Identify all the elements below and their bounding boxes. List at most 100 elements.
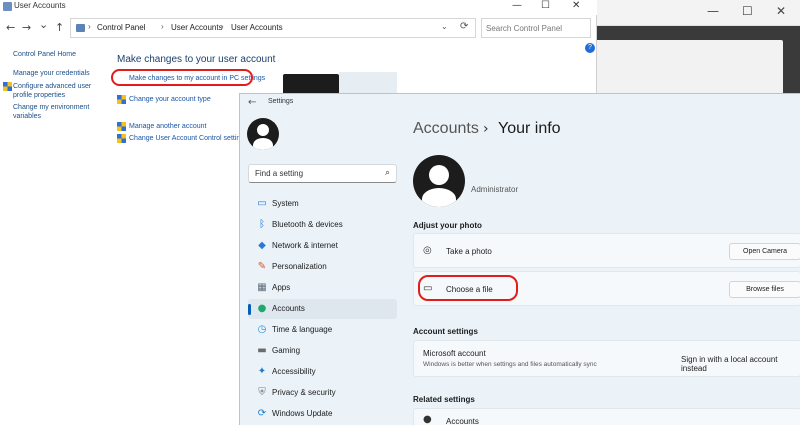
account-settings-heading: Account settings xyxy=(413,327,478,336)
microsoft-account-title: Microsoft account xyxy=(423,349,486,358)
up-button[interactable]: ↑ xyxy=(55,21,64,34)
breadcrumb-control-panel[interactable]: Control Panel xyxy=(97,23,145,32)
change-environment-variables-link[interactable]: Change my environment variables xyxy=(13,103,103,121)
camera-icon: ◎ xyxy=(423,245,432,256)
nav-item-system[interactable]: ▭ System xyxy=(248,194,397,214)
search-control-panel-input[interactable]: Search Control Panel xyxy=(481,18,591,38)
cp-close-button[interactable]: ✕ xyxy=(572,0,580,11)
shield-icon xyxy=(3,82,12,91)
nav-item-bluetooth-devices[interactable]: ᛒ Bluetooth & devices xyxy=(248,215,397,235)
control-panel-home-link[interactable]: Control Panel Home xyxy=(13,50,76,59)
cp-page-heading: Make changes to your user account xyxy=(117,54,276,65)
address-bar[interactable]: › Control Panel › User Accounts › User A… xyxy=(70,18,476,38)
control-panel-icon xyxy=(76,24,85,32)
nav-item-label: Personalization xyxy=(272,262,327,271)
help-icon[interactable]: ? xyxy=(585,43,595,53)
back-arrow-icon[interactable]: ← xyxy=(248,97,256,108)
settings-titlebar: ← Settings xyxy=(240,94,800,112)
nav-item-label: Accessibility xyxy=(272,367,316,376)
related-settings-heading: Related settings xyxy=(413,395,475,404)
nav-item-label: Network & internet xyxy=(272,241,338,250)
manage-credentials-link[interactable]: Manage your credentials xyxy=(13,69,90,78)
microsoft-account-desc: Windows is better when settings and file… xyxy=(423,361,597,368)
change-uac-settings-link[interactable]: Change User Account Control settings xyxy=(129,135,248,142)
highlight-ring xyxy=(111,69,253,86)
nav-item-windows-update[interactable]: ⟳ Windows Update xyxy=(248,404,397,424)
breadcrumb-separator: › xyxy=(88,22,91,31)
accessibility-icon: ✦ xyxy=(257,366,267,377)
wifi-icon: ◆ xyxy=(258,240,266,251)
background-titlebar: — ☐ ✕ xyxy=(595,0,800,26)
nav-item-apps[interactable]: ▦ Apps xyxy=(248,278,397,298)
update-icon: ⟳ xyxy=(257,408,267,419)
breadcrumb-separator: › xyxy=(161,22,164,31)
breadcrumb-user-accounts[interactable]: User Accounts xyxy=(171,23,223,32)
sidebar-avatar[interactable] xyxy=(247,118,279,150)
related-accounts-card[interactable]: ● Accounts xyxy=(413,408,800,425)
search-icon: ⌕ xyxy=(384,168,390,178)
browse-files-button[interactable]: Browse files xyxy=(729,281,800,298)
breadcrumb-user-accounts-current[interactable]: User Accounts xyxy=(231,23,283,32)
person-icon: ● xyxy=(423,414,432,425)
desktop-strip xyxy=(0,358,239,425)
refresh-icon[interactable]: ⟳ xyxy=(460,21,468,32)
maximize-button[interactable]: ☐ xyxy=(742,4,753,18)
nav-item-time-language[interactable]: ◷ Time & language xyxy=(248,320,397,340)
related-accounts-label: Accounts xyxy=(446,417,479,425)
cp-maximize-button[interactable]: ☐ xyxy=(541,0,550,11)
nav-item-label: Windows Update xyxy=(272,409,333,418)
change-account-type-link[interactable]: Change your account type xyxy=(129,96,211,103)
breadcrumb-accounts[interactable]: Accounts xyxy=(413,120,479,138)
take-photo-label: Take a photo xyxy=(446,247,492,256)
cp-minimize-button[interactable]: — xyxy=(512,0,522,11)
page-title: Your info xyxy=(498,120,561,137)
settings-window: ← Settings Find a setting ⌕ ▭ System ᛒ Blue… xyxy=(239,93,800,425)
nav-item-label: Bluetooth & devices xyxy=(272,220,343,229)
take-photo-card: ◎ Take a photo Open Camera xyxy=(413,233,800,268)
shield-icon xyxy=(117,134,126,143)
nav-item-personalization[interactable]: ✎ Personalization xyxy=(248,257,397,277)
settings-window-title: Settings xyxy=(268,98,294,105)
minimize-button[interactable]: — xyxy=(707,4,719,18)
recent-locations-button[interactable]: ⌄ xyxy=(39,18,48,31)
nav-item-label: Accounts xyxy=(272,304,305,313)
shield-icon xyxy=(117,95,126,104)
nav-item-accounts[interactable]: ● Accounts xyxy=(248,299,397,319)
active-indicator xyxy=(248,304,251,315)
breadcrumb-chevron: › xyxy=(483,121,489,137)
nav-item-label: Gaming xyxy=(272,346,301,355)
breadcrumb-separator: › xyxy=(221,22,224,31)
shield-icon: ⛨ xyxy=(258,387,266,398)
find-setting-placeholder: Find a setting xyxy=(255,169,304,178)
open-camera-button[interactable]: Open Camera xyxy=(729,243,800,260)
nav-item-label: Time & language xyxy=(272,325,333,334)
nav-item-privacy-security[interactable]: ⛨ Privacy & security xyxy=(248,383,397,403)
highlight-ring xyxy=(418,275,518,301)
nav-item-accessibility[interactable]: ✦ Accessibility xyxy=(248,362,397,382)
close-button[interactable]: ✕ xyxy=(776,4,786,18)
user-avatar xyxy=(413,155,465,207)
address-dropdown-icon[interactable]: ⌄ xyxy=(441,22,448,31)
sign-in-local-account-link[interactable]: Sign in with a local account instead xyxy=(681,355,800,373)
user-name: Administrator xyxy=(471,185,519,194)
forward-button[interactable]: → xyxy=(22,21,31,34)
find-setting-input[interactable]: Find a setting ⌕ xyxy=(248,164,397,183)
user-accounts-app-icon xyxy=(3,2,12,11)
configure-advanced-profile-link[interactable]: Configure advanced user profile properti… xyxy=(13,82,103,100)
shield-icon xyxy=(117,122,126,131)
adjust-photo-heading: Adjust your photo xyxy=(413,221,482,230)
bluetooth-icon: ᛒ xyxy=(259,219,265,230)
gamepad-icon: ▬ xyxy=(257,345,267,356)
microsoft-account-card: Microsoft account Windows is better when… xyxy=(413,340,800,377)
nav-item-label: Privacy & security xyxy=(272,388,336,397)
cp-titlebar: User Accounts — ☐ ✕ xyxy=(0,0,597,15)
nav-item-network-internet[interactable]: ◆ Network & internet xyxy=(248,236,397,256)
nav-item-label: System xyxy=(272,199,299,208)
monitor-icon: ▭ xyxy=(257,198,267,209)
nav-item-label: Apps xyxy=(272,283,291,292)
brush-icon: ✎ xyxy=(257,261,267,272)
back-button[interactable]: ← xyxy=(6,21,15,34)
manage-another-account-link[interactable]: Manage another account xyxy=(129,123,206,130)
nav-item-gaming[interactable]: ▬ Gaming xyxy=(248,341,397,361)
cp-user-info-panel xyxy=(339,72,397,94)
